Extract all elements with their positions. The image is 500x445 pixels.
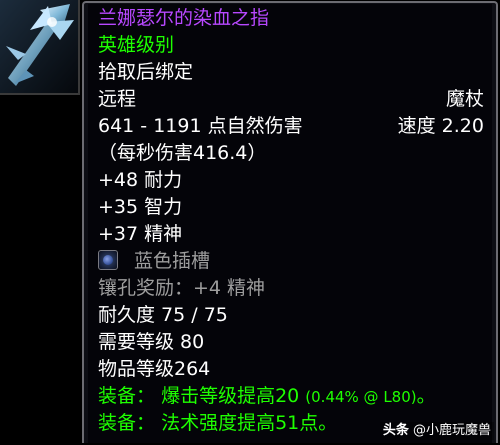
watermark: 头条 @小鹿玩魔兽 [379,422,494,440]
item-tooltip: 兰娜瑟尔的染血之指 英雄级别 拾取后绑定 远程 魔杖 641 - 1191 点自… [82,1,498,443]
stat-spirit: +37 精神 [98,223,183,245]
item-level: 物品等级264 [98,358,211,380]
item-dps: （每秒伤害416.4） [98,142,267,164]
equip-crit-text: 爆击等级提高20 [161,385,306,407]
equip-spellpower-text: 法术强度提高51点。 [161,412,338,434]
equip-prefix: 装备： [98,412,156,434]
blue-socket-icon[interactable] [98,250,118,270]
item-bind: 拾取后绑定 [98,61,194,83]
item-quality: 英雄级别 [98,34,175,56]
item-speed: 速度 2.20 [397,115,484,137]
equip-crit-end: 。 [416,385,436,407]
staff-icon[interactable] [0,0,80,95]
equip-prefix: 装备： [98,385,156,407]
item-slot-row: 远程 魔杖 [98,87,484,111]
socket-bonus: 镶孔奖励：+4 精神 [98,277,266,299]
stat-stamina: +48 耐力 [98,169,183,191]
item-damage-row: 641 - 1191 点自然伤害 速度 2.20 [98,114,484,138]
item-durability: 耐久度 75 / 75 [98,304,228,326]
socket-label: 蓝色插槽 [134,250,211,272]
item-type: 魔杖 [445,88,484,110]
equip-crit-note: (0.44% @ L80) [305,388,417,406]
item-name: 兰娜瑟尔的染血之指 [98,7,270,29]
watermark-brand: 头条 [382,423,409,438]
tooltip-body: 兰娜瑟尔的染血之指 英雄级别 拾取后绑定 远程 魔杖 641 - 1191 点自… [88,4,492,443]
watermark-handle: @小鹿玩魔兽 [408,423,491,438]
equip-effect-crit: 装备： 爆击等级提高20 (0.44% @ L80)。 [98,384,484,409]
game-screen: 兰娜瑟尔的染血之指 英雄级别 拾取后绑定 远程 魔杖 641 - 1191 点自… [0,0,500,445]
item-damage: 641 - 1191 点自然伤害 [98,115,303,137]
item-slot: 远程 [98,88,137,110]
stat-intellect: +35 智力 [98,196,183,218]
required-level: 需要等级 80 [98,331,205,353]
